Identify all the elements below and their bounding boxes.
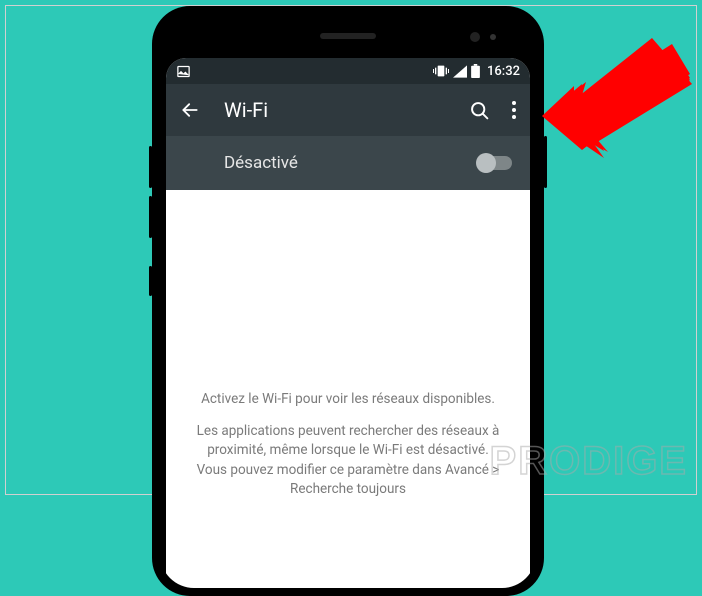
phone-sensor	[490, 34, 496, 40]
wifi-toggle-row[interactable]: Désactivé	[166, 136, 530, 190]
wifi-switch[interactable]	[478, 156, 512, 170]
phone-frame: 16:32 Wi-Fi Désactivé	[152, 6, 544, 596]
callout-arrow	[542, 38, 692, 158]
phone-top-bezel	[160, 14, 536, 58]
search-icon[interactable]	[469, 100, 490, 121]
phone-power-button	[544, 136, 547, 188]
status-time: 16:32	[487, 64, 520, 79]
phone-speaker	[320, 33, 376, 39]
phone-bezel: 16:32 Wi-Fi Désactivé	[160, 14, 536, 588]
vibrate-icon	[433, 64, 449, 78]
app-bar: Wi-Fi	[166, 84, 530, 136]
page-title: Wi-Fi	[224, 98, 445, 122]
battery-icon	[471, 64, 480, 78]
more-vert-icon[interactable]	[512, 101, 516, 119]
phone-front-camera	[470, 32, 480, 42]
phone-side-button	[149, 266, 152, 296]
picture-icon	[176, 64, 191, 79]
phone-screen: 16:32 Wi-Fi Désactivé	[166, 58, 530, 588]
phone-volume-up	[149, 146, 152, 188]
status-bar: 16:32	[166, 58, 530, 84]
empty-state-content: Activez le Wi-Fi pour voir les réseaux d…	[166, 190, 530, 520]
callout-arrow-shape	[542, 38, 692, 158]
wifi-switch-thumb	[476, 153, 496, 173]
back-arrow-icon[interactable]	[180, 100, 200, 120]
cell-signal-icon	[453, 65, 467, 78]
empty-state-heading: Activez le Wi-Fi pour voir les réseaux d…	[194, 390, 502, 410]
empty-state-body: Les applications peuvent rechercher des …	[194, 422, 502, 500]
wifi-toggle-label: Désactivé	[224, 153, 298, 173]
phone-volume-down	[149, 196, 152, 238]
